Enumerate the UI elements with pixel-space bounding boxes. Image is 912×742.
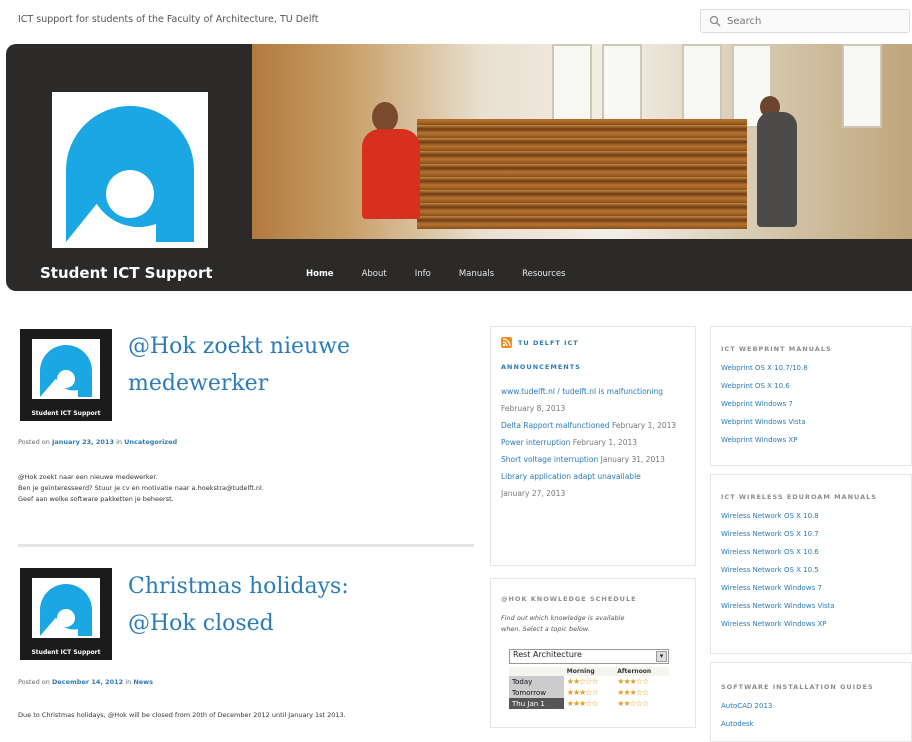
post-title[interactable]: Christmas holidays: @Hok closed (128, 568, 349, 642)
table-row: Thu Jan 1 ★★★☆☆ ★★☆☆☆ (509, 698, 669, 709)
post-meta: Posted on January 23, 2013 in Uncategori… (18, 438, 178, 446)
site-title[interactable]: Student ICT Support (40, 264, 213, 282)
nav-info[interactable]: Info (415, 269, 431, 279)
nav-manuals[interactable]: Manuals (459, 269, 494, 279)
schedule-table: Morning Afternoon Today ★★☆☆☆ ★★★☆☆ Tomorro… (509, 667, 669, 709)
manual-link[interactable]: Wireless Network Windows Vista (721, 597, 835, 615)
manual-link[interactable]: Webprint OS X 10.7/10.8 (721, 359, 808, 377)
nav-about[interactable]: About (362, 269, 387, 279)
post-date-link[interactable]: December 14, 2012 (52, 678, 123, 686)
search-input[interactable] (725, 14, 889, 28)
announcement-item[interactable]: Library application adapt unavailable Jan… (501, 468, 689, 502)
announcement-item[interactable]: www.tudelft.nl / tudelft.nl is malfuncti… (501, 383, 689, 417)
header-banner: Student ICT Support Home About Info Manu… (6, 44, 912, 291)
rss-icon[interactable] (501, 337, 512, 348)
announcement-item[interactable]: Short voltage interruption January 31, 2… (501, 451, 689, 468)
main-navigation: Student ICT Support Home About Info Manu… (6, 252, 912, 291)
announcement-item[interactable]: Power interruption February 1, 2013 (501, 434, 689, 451)
search-box[interactable] (700, 9, 910, 33)
post-category-link[interactable]: Uncategorized (124, 438, 177, 446)
post-category-link[interactable]: News (133, 678, 153, 686)
guide-link[interactable]: Autodesk (721, 715, 772, 733)
widget-title: ICT WEBPRINT MANUALS (721, 345, 832, 353)
dropdown-arrow-icon[interactable]: ▾ (656, 651, 667, 662)
manual-link[interactable]: Wireless Network OS X 10.6 (721, 543, 835, 561)
nav-home[interactable]: Home (306, 269, 334, 279)
thumbnail-caption: Student ICT Support (31, 410, 101, 417)
manual-link[interactable]: Wireless Network OS X 10.5 (721, 561, 835, 579)
manual-link[interactable]: Wireless Network OS X 10.7 (721, 525, 835, 543)
widget-title: @HOK KNOWLEDGE SCHEDULE (501, 595, 637, 603)
manual-link[interactable]: Wireless Network Windows XP (721, 615, 835, 633)
wireless-widget: ICT WIRELESS EDUROAM MANUALS Wireless Ne… (710, 474, 912, 654)
post-excerpt: Due to Christmas holidays, @Hok will be … (18, 711, 346, 719)
widget-description: Find out which knowledge is available whe… (501, 614, 625, 633)
post-thumbnail[interactable]: Student ICT Support (20, 568, 112, 660)
webprint-widget: ICT WEBPRINT MANUALS Webprint OS X 10.7/… (710, 326, 912, 466)
widget-title: ICT WIRELESS EDUROAM MANUALS (721, 493, 877, 501)
manual-link[interactable]: Webprint Windows Vista (721, 413, 808, 431)
table-row: Tomorrow ★★★☆☆ ★★★☆☆ (509, 687, 669, 698)
guide-link[interactable]: AutoCAD 2013 (721, 697, 772, 715)
manual-link[interactable]: Wireless Network OS X 10.8 (721, 507, 835, 525)
logo-a-icon (66, 106, 194, 242)
post-thumbnail[interactable]: Student ICT Support (20, 329, 112, 421)
post-title[interactable]: @Hok zoekt nieuwe medewerker (128, 328, 350, 402)
manual-link[interactable]: Webprint OS X 10.6 (721, 377, 808, 395)
post-date-link[interactable]: January 23, 2013 (52, 438, 114, 446)
topic-select[interactable]: Rest Architecture ▾ (509, 649, 669, 664)
site-tagline: ICT support for students of the Faculty … (18, 14, 319, 25)
manual-link[interactable]: Wireless Network Windows 7 (721, 579, 835, 597)
nav-resources[interactable]: Resources (522, 269, 565, 279)
widget-title: SOFTWARE INSTALLATION GUIDES (721, 683, 874, 691)
announcement-item[interactable]: Delta Rapport malfunctioned February 1, … (501, 417, 689, 434)
widget-title[interactable]: TU DELFT ICT (518, 339, 579, 347)
banner-photo (252, 44, 912, 239)
thumbnail-caption: Student ICT Support (31, 649, 101, 656)
table-row: Today ★★☆☆☆ ★★★☆☆ (509, 676, 669, 687)
manual-link[interactable]: Webprint Windows XP (721, 431, 808, 449)
announcements-widget: TU DELFT ICT ANNOUNCEMENTS www.tudelft.n… (490, 326, 696, 566)
manual-link[interactable]: Webprint Windows 7 (721, 395, 808, 413)
search-icon (709, 15, 721, 27)
post-divider (18, 544, 474, 547)
widget-title-cont[interactable]: ANNOUNCEMENTS (501, 363, 581, 371)
post-excerpt: @Hok zoekt naar een nieuwe medewerker. Be… (18, 473, 264, 503)
software-widget: SOFTWARE INSTALLATION GUIDES AutoCAD 201… (710, 662, 912, 742)
post-meta: Posted on December 14, 2012 in News (18, 678, 154, 686)
knowledge-schedule-widget: @HOK KNOWLEDGE SCHEDULE Find out which k… (490, 578, 696, 728)
site-logo[interactable] (52, 92, 208, 248)
